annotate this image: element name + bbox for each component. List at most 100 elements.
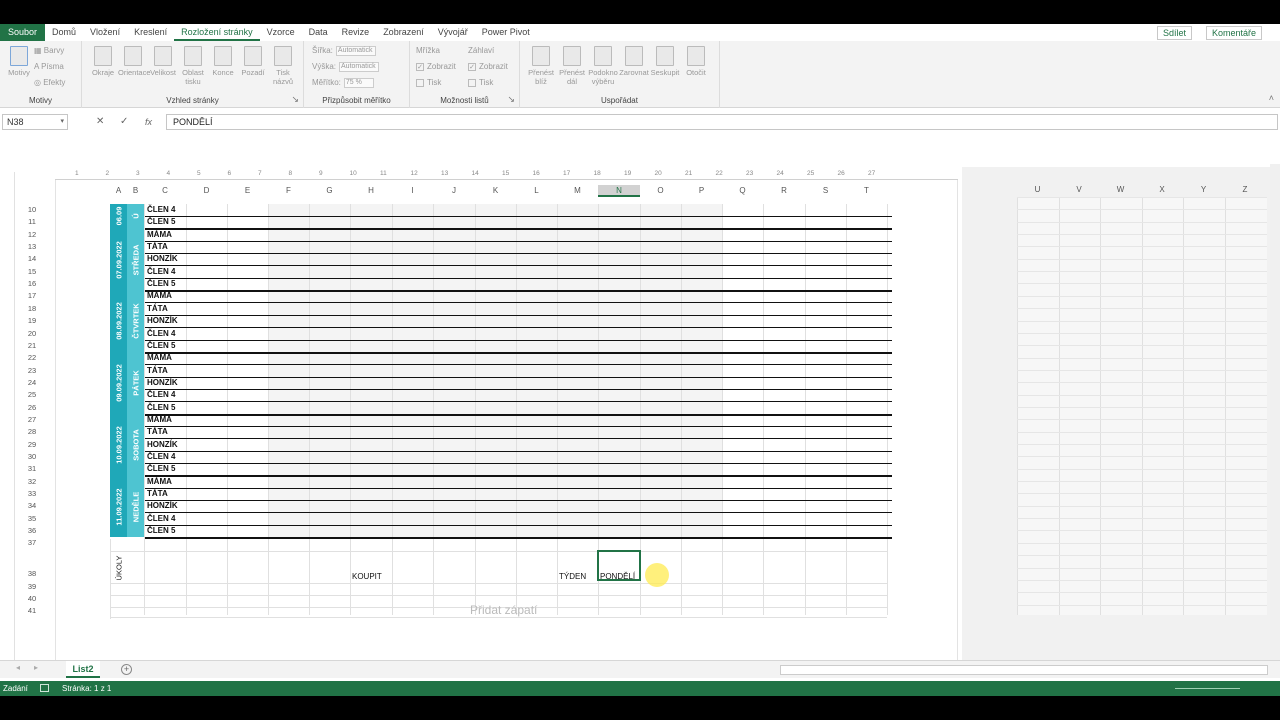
tab-6[interactable]: Data <box>302 24 335 41</box>
right-column-header-Y[interactable]: Y <box>1183 185 1224 194</box>
column-header-F[interactable]: F <box>268 185 309 197</box>
headings-view-checkbox[interactable]: ✓ Zobrazit <box>468 62 508 71</box>
row-header-18[interactable]: 18 <box>22 304 42 313</box>
member-2-3[interactable]: ČLEN 4 <box>147 329 175 338</box>
colors-button[interactable]: ▦ Barvy <box>34 46 64 55</box>
tab-10[interactable]: Power Pivot <box>475 24 537 41</box>
column-header-R[interactable]: R <box>763 185 805 197</box>
member-5-0[interactable]: MÁMA <box>147 477 172 486</box>
row-header-34[interactable]: 34 <box>22 501 42 510</box>
height-select[interactable]: Automatick <box>339 62 380 72</box>
member-3-0[interactable]: MÁMA <box>147 353 172 362</box>
column-header-I[interactable]: I <box>392 185 433 197</box>
member-5-1[interactable]: TÁTA <box>147 489 168 498</box>
row-header-11[interactable]: 11 <box>22 217 42 226</box>
tab-1[interactable]: Domů <box>45 24 83 41</box>
width-control[interactable]: Šířka: Automatick <box>312 46 376 56</box>
add-footer-placeholder[interactable]: Přidat zápatí <box>470 603 537 617</box>
column-header-C[interactable]: C <box>144 185 186 197</box>
column-header-G[interactable]: G <box>309 185 350 197</box>
page-setup-button-1[interactable]: Orientace <box>118 46 151 77</box>
page-setup-button-6[interactable]: Tisk názvů <box>268 46 298 86</box>
row-header-10[interactable]: 10 <box>22 205 42 214</box>
member-4-3[interactable]: ČLEN 4 <box>147 452 175 461</box>
pondeli-cell-value[interactable]: PONDĚLÍ <box>600 572 635 581</box>
insert-function-icon[interactable]: fx <box>145 114 152 130</box>
column-header-N[interactable]: N <box>598 185 640 197</box>
member-4-4[interactable]: ČLEN 5 <box>147 464 175 473</box>
dialog-launcher-icon[interactable]: ↘ <box>291 94 299 105</box>
column-header-J[interactable]: J <box>433 185 475 197</box>
gridlines-print-checkbox[interactable]: Tisk <box>416 78 441 87</box>
row-header-14[interactable]: 14 <box>22 254 42 263</box>
column-header-O[interactable]: O <box>640 185 681 197</box>
row-header-35[interactable]: 35 <box>22 514 42 523</box>
member-5-4[interactable]: ČLEN 5 <box>147 526 175 535</box>
zoom-slider[interactable] <box>1175 688 1240 689</box>
column-header-D[interactable]: D <box>186 185 227 197</box>
row-header-20[interactable]: 20 <box>22 329 42 338</box>
arrange-button-0[interactable]: Přenést blíž <box>526 46 556 86</box>
row-header-33[interactable]: 33 <box>22 489 42 498</box>
member-1-4[interactable]: ČLEN 5 <box>147 279 175 288</box>
member-1-2[interactable]: HONZÍK <box>147 254 178 263</box>
add-sheet-icon[interactable]: + <box>121 664 132 675</box>
arrange-button-3[interactable]: Zarovnat <box>619 46 649 77</box>
arrange-button-1[interactable]: Přenést dál <box>557 46 587 86</box>
row-header-16[interactable]: 16 <box>22 279 42 288</box>
right-column-header-V[interactable]: V <box>1059 185 1100 194</box>
member-1-3[interactable]: ČLEN 4 <box>147 267 175 276</box>
name-box[interactable]: N38 ▾ <box>2 114 68 130</box>
column-header-K[interactable]: K <box>475 185 516 197</box>
tab-4[interactable]: Rozložení stránky <box>174 24 260 41</box>
row-header-30[interactable]: 30 <box>22 452 42 461</box>
row-header-39[interactable]: 39 <box>22 582 42 591</box>
member-0-0[interactable]: ČLEN 4 <box>147 205 175 214</box>
arrange-button-4[interactable]: Seskupit <box>650 46 680 77</box>
row-header-24[interactable]: 24 <box>22 378 42 387</box>
headings-print-checkbox[interactable]: Tisk <box>468 78 493 87</box>
next-page-cells[interactable] <box>1017 197 1267 615</box>
collapse-ribbon-icon[interactable]: ˄ <box>1269 93 1274 103</box>
member-3-1[interactable]: TÁTA <box>147 366 168 375</box>
member-2-4[interactable]: ČLEN 5 <box>147 341 175 350</box>
row-header-15[interactable]: 15 <box>22 267 42 276</box>
column-header-P[interactable]: P <box>681 185 722 197</box>
member-4-0[interactable]: MÁMA <box>147 415 172 424</box>
fonts-button[interactable]: A Písma <box>34 62 64 71</box>
gridlines-view-checkbox[interactable]: ✓ Zobrazit <box>416 62 456 71</box>
sheet-tab-list2[interactable]: List2 <box>66 661 100 678</box>
row-header-40[interactable]: 40 <box>22 594 42 603</box>
right-column-header-W[interactable]: W <box>1100 185 1141 194</box>
member-4-1[interactable]: TÁTA <box>147 427 168 436</box>
tab-2[interactable]: Vložení <box>83 24 127 41</box>
page-setup-button-2[interactable]: Velikost <box>148 46 178 77</box>
tab-3[interactable]: Kreslení <box>127 24 174 41</box>
row-header-12[interactable]: 12 <box>22 230 42 239</box>
member-3-2[interactable]: HONZÍK <box>147 378 178 387</box>
prev-sheet-icon[interactable]: ◂ <box>16 663 20 672</box>
page-setup-button-5[interactable]: Pozadí <box>238 46 268 77</box>
member-2-0[interactable]: MÁMA <box>147 291 172 300</box>
member-5-2[interactable]: HONZÍK <box>147 501 178 510</box>
member-4-2[interactable]: HONZÍK <box>147 440 178 449</box>
row-header-41[interactable]: 41 <box>22 606 42 615</box>
height-control[interactable]: Výška: Automatick <box>312 62 380 72</box>
member-1-0[interactable]: MÁMA <box>147 230 172 239</box>
column-header-E[interactable]: E <box>227 185 268 197</box>
page-setup-button-0[interactable]: Okraje <box>88 46 118 77</box>
column-header-S[interactable]: S <box>805 185 846 197</box>
row-header-29[interactable]: 29 <box>22 440 42 449</box>
row-header-32[interactable]: 32 <box>22 477 42 486</box>
member-2-1[interactable]: TÁTA <box>147 304 168 313</box>
row-header-25[interactable]: 25 <box>22 390 42 399</box>
next-sheet-icon[interactable]: ▸ <box>34 663 38 672</box>
right-column-header-X[interactable]: X <box>1142 185 1183 194</box>
row-header-21[interactable]: 21 <box>22 341 42 350</box>
tab-0[interactable]: Soubor <box>0 24 46 41</box>
arrange-button-2[interactable]: Podokno výběru <box>588 46 618 86</box>
row-header-13[interactable]: 13 <box>22 242 42 251</box>
member-3-3[interactable]: ČLEN 4 <box>147 390 175 399</box>
right-column-header-Z[interactable]: Z <box>1225 185 1266 194</box>
enter-icon[interactable]: ✓ <box>120 114 128 130</box>
